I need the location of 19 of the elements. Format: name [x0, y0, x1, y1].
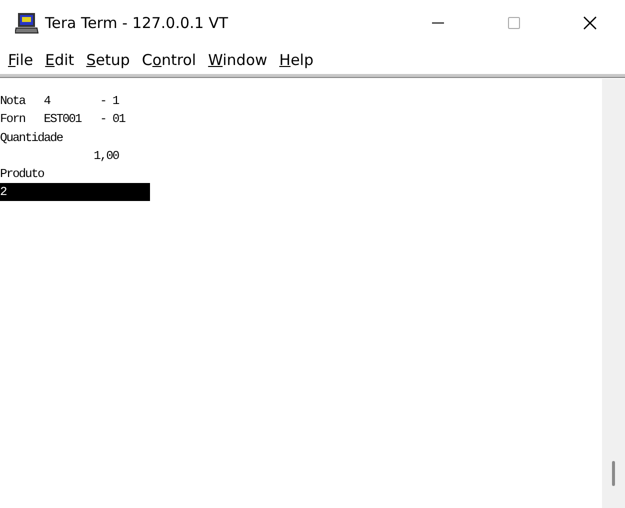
terminal-app-icon — [15, 12, 39, 34]
scrollbar[interactable] — [602, 79, 625, 508]
menu-item[interactable]: Edit — [39, 51, 80, 69]
maximize-icon — [508, 17, 520, 29]
menu-item[interactable]: Window — [202, 51, 274, 69]
terminal-line: Forn EST001 - 01 — [0, 111, 126, 128]
close-icon — [583, 16, 597, 30]
minimize-icon — [432, 22, 444, 24]
menu-item[interactable]: Help — [273, 51, 320, 69]
scroll-thumb[interactable] — [612, 461, 615, 486]
menu-item[interactable]: File — [2, 51, 40, 69]
terminal-line: Quantidade — [0, 130, 64, 147]
terminal-line: Nota 4 - 1 — [0, 93, 120, 110]
window-title: Tera Term - 127.0.0.1 VT — [45, 14, 228, 32]
input-field[interactable]: 2 — [0, 183, 150, 202]
terminal-line: 1,00 — [92, 148, 120, 165]
menu-item[interactable]: Control — [136, 51, 202, 69]
menu-item[interactable]: Setup — [80, 51, 136, 69]
terminal-line: Produto — [0, 166, 45, 184]
